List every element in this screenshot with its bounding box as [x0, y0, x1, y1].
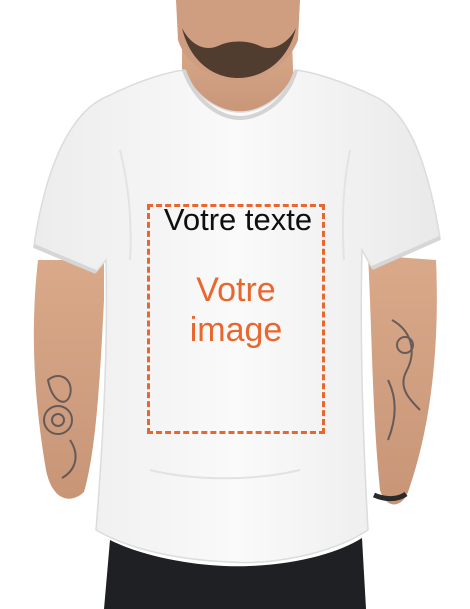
custom-text-placeholder[interactable]: Votre texte — [144, 198, 332, 242]
right-arm — [368, 255, 437, 505]
tshirt-mockup: Votre texte Votre image — [0, 0, 470, 609]
left-arm — [33, 260, 105, 499]
custom-image-placeholder[interactable]: Votre image — [150, 270, 322, 350]
image-placeholder-line1: Votre — [196, 271, 276, 309]
image-placeholder-line2: image — [189, 311, 283, 349]
